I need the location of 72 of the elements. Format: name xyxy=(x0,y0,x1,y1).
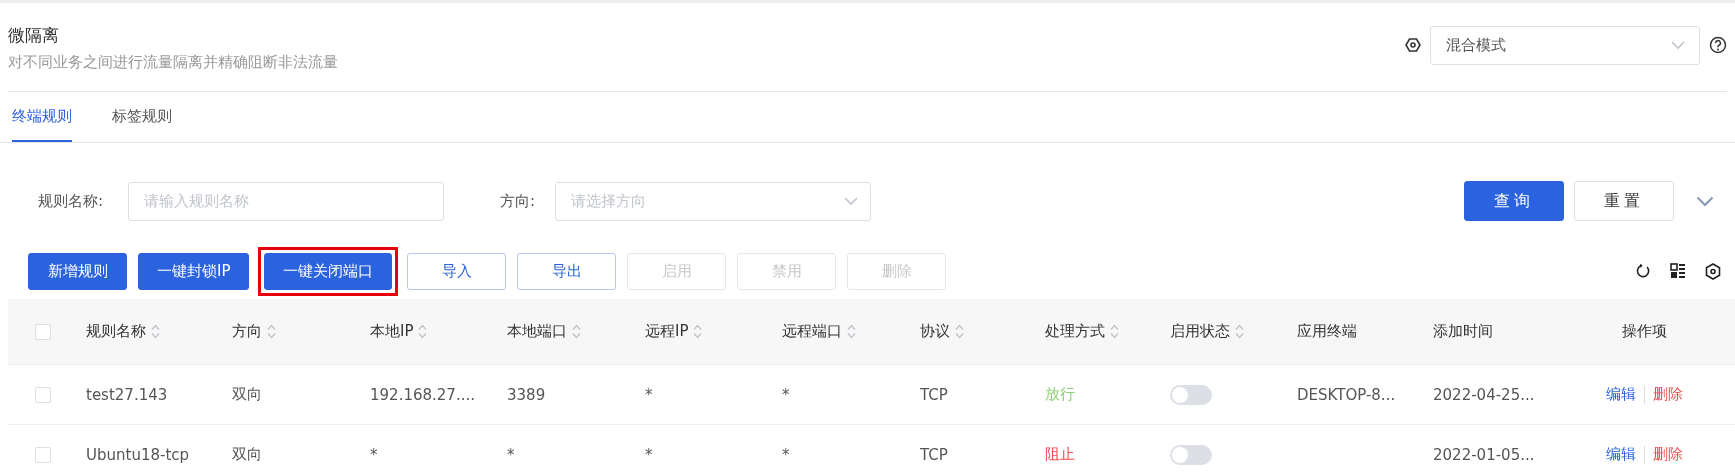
column-header[interactable]: 远程端口 xyxy=(782,322,856,341)
sort-icon xyxy=(1110,324,1119,339)
columns-icon[interactable] xyxy=(1670,263,1686,279)
reset-button[interactable]: 重置 xyxy=(1574,181,1674,221)
table-cell: 双向 xyxy=(232,385,262,404)
toolbar-button[interactable]: 导出 xyxy=(517,252,617,290)
table-cell: * xyxy=(645,445,653,464)
action-status: 放行 xyxy=(1045,385,1075,404)
column-header[interactable]: 方向 xyxy=(232,322,276,341)
table-cell: DESKTOP-8... xyxy=(1297,385,1396,404)
sort-icon xyxy=(418,324,428,339)
column-header[interactable]: 本地IP xyxy=(370,322,428,341)
table-cell: * xyxy=(507,445,515,464)
column-header[interactable]: 启用状态 xyxy=(1170,322,1244,341)
sort-icon xyxy=(955,324,964,339)
sort-icon xyxy=(572,324,581,339)
checkbox[interactable] xyxy=(35,323,51,340)
settings-icon[interactable] xyxy=(1705,262,1721,280)
filter-label: 规则名称: xyxy=(38,191,105,211)
table-cell: * xyxy=(782,385,790,404)
rule-name-field[interactable]: 请输入规则名称 xyxy=(128,181,444,221)
table-cell: 2022-01-05... xyxy=(1433,445,1535,464)
table-cell: test27.143 xyxy=(86,385,168,404)
table-cell: 2022-04-25... xyxy=(1433,385,1535,404)
tab[interactable]: 标签规则 xyxy=(112,92,172,142)
sort-icon xyxy=(151,324,160,339)
delete-link[interactable]: 删除 xyxy=(1652,385,1683,404)
table-cell: 双向 xyxy=(232,445,262,464)
table-cell: TCP xyxy=(920,385,948,404)
table-cell: * xyxy=(645,385,653,404)
chevron-down-icon xyxy=(844,196,858,206)
query-button[interactable]: 查询 xyxy=(1464,181,1564,221)
table-cell: * xyxy=(782,445,790,464)
column-header[interactable]: 添加时间 xyxy=(1433,322,1493,341)
toolbar-button[interactable]: 新增规则 xyxy=(28,252,127,290)
table-cell: 192.168.27.... xyxy=(370,385,475,404)
settings-icon[interactable] xyxy=(1405,37,1421,53)
toggle-switch[interactable] xyxy=(1170,444,1212,465)
column-header[interactable]: 协议 xyxy=(920,322,964,341)
checkbox[interactable] xyxy=(35,446,51,463)
table-cell: * xyxy=(370,445,378,464)
delete-link[interactable]: 删除 xyxy=(1652,445,1683,464)
column-header[interactable]: 远程IP xyxy=(645,322,703,341)
refresh-icon[interactable] xyxy=(1635,263,1651,279)
edit-link[interactable]: 编辑 xyxy=(1605,445,1636,464)
mode-select[interactable]: 混合模式 xyxy=(1430,25,1700,65)
edit-link[interactable]: 编辑 xyxy=(1605,385,1636,404)
page-subtitle: 对不同业务之间进行流量隔离并精确阻断非法流量 xyxy=(8,53,338,72)
column-header[interactable]: 规则名称 xyxy=(86,322,160,341)
filter-label: 方向: xyxy=(500,191,537,211)
table-cell: Ubuntu18-tcp xyxy=(86,445,190,464)
column-header[interactable]: 操作项 xyxy=(1621,322,1667,341)
column-header[interactable]: 本地端口 xyxy=(507,322,581,341)
sort-icon xyxy=(847,324,856,339)
tab[interactable]: 终端规则 xyxy=(12,92,72,142)
table-cell: 3389 xyxy=(507,385,546,404)
sort-icon xyxy=(1235,324,1244,339)
chevron-down-icon xyxy=(1671,40,1685,50)
column-header[interactable]: 应用终端 xyxy=(1297,322,1357,341)
toggle-switch[interactable] xyxy=(1170,384,1212,405)
toolbar-button[interactable]: 一键封锁IP xyxy=(138,252,250,290)
page-title: 微隔离 xyxy=(8,24,60,47)
help-icon[interactable] xyxy=(1709,36,1727,54)
action-status: 阻止 xyxy=(1045,445,1075,464)
expand-chevron-icon[interactable] xyxy=(1696,195,1714,207)
table-cell: TCP xyxy=(920,445,948,464)
sort-icon xyxy=(693,324,703,339)
toolbar-button[interactable]: 一键关闭端口 xyxy=(264,252,393,290)
column-header[interactable]: 处理方式 xyxy=(1045,322,1119,341)
sort-icon xyxy=(267,324,276,339)
toolbar-button[interactable]: 导入 xyxy=(407,252,507,290)
checkbox[interactable] xyxy=(35,386,51,403)
